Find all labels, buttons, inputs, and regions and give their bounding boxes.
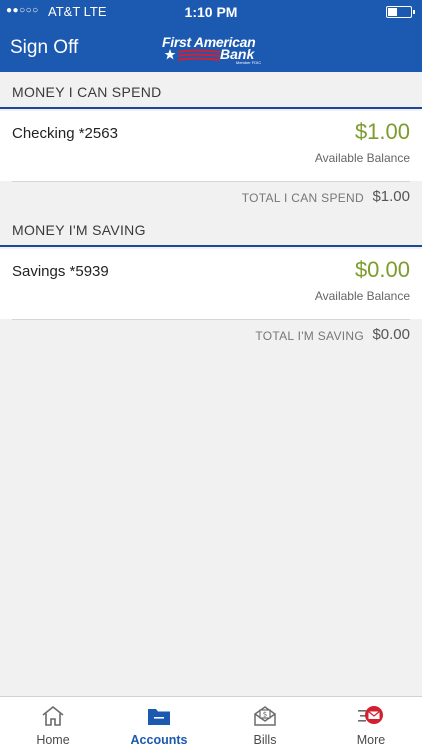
total-label: TOTAL I CAN SPEND <box>241 191 364 205</box>
savings-account-row[interactable]: Savings *5939 $0.00 Available Balance <box>0 249 422 319</box>
status-bar: ●●○○○ AT&T LTE 1:10 PM <box>0 0 422 24</box>
clock: 1:10 PM <box>184 4 238 20</box>
total-value: $1.00 <box>372 188 410 205</box>
tab-label: Accounts <box>130 733 188 747</box>
battery-icon <box>386 6 415 18</box>
spend-total-row: TOTAL I CAN SPEND $1.00 <box>0 181 422 215</box>
account-name: Checking *2563 <box>12 125 118 142</box>
total-value: $0.00 <box>372 326 410 343</box>
saving-section-header: MONEY I'M SAVING <box>0 211 422 247</box>
bottom-tab-bar: Home Accounts $ Bills More <box>0 696 422 750</box>
bills-envelope-icon: $ <box>254 706 276 726</box>
tab-label: Home <box>36 733 70 747</box>
folder-icon <box>148 709 170 725</box>
total-label: TOTAL I'M SAVING <box>255 329 364 343</box>
account-balance: $1.00 <box>354 119 410 144</box>
balance-label: Available Balance <box>314 151 410 165</box>
tab-label: Bills <box>253 733 277 747</box>
sign-off-button[interactable]: Sign Off <box>10 37 78 59</box>
tab-accounts[interactable]: Accounts <box>106 697 212 750</box>
tab-bills[interactable]: $ Bills <box>212 697 318 750</box>
saving-section-title: MONEY I'M SAVING <box>12 222 146 238</box>
bank-logo: First American Bank Member FDIC <box>162 34 262 65</box>
saving-total-row: TOTAL I'M SAVING $0.00 <box>0 319 422 353</box>
balance-label: Available Balance <box>314 289 410 303</box>
spend-section-title: MONEY I CAN SPEND <box>12 84 162 100</box>
checking-account-row[interactable]: Checking *2563 $1.00 Available Balance <box>0 111 422 181</box>
spend-section-header: MONEY I CAN SPEND <box>0 73 422 109</box>
home-icon <box>42 705 64 726</box>
account-balance: $0.00 <box>354 257 410 282</box>
svg-text:$: $ <box>263 711 267 719</box>
flag-stripes-icon <box>164 49 220 61</box>
tab-home[interactable]: Home <box>0 697 106 750</box>
tab-label: More <box>356 733 386 747</box>
tab-more[interactable]: More <box>318 697 422 750</box>
logo-fdic-text: Member FDIC <box>236 60 262 65</box>
mail-menu-icon <box>358 706 383 724</box>
app-header: Sign Off First American Bank Member FDIC <box>0 24 422 72</box>
account-name: Savings *5939 <box>12 263 109 280</box>
